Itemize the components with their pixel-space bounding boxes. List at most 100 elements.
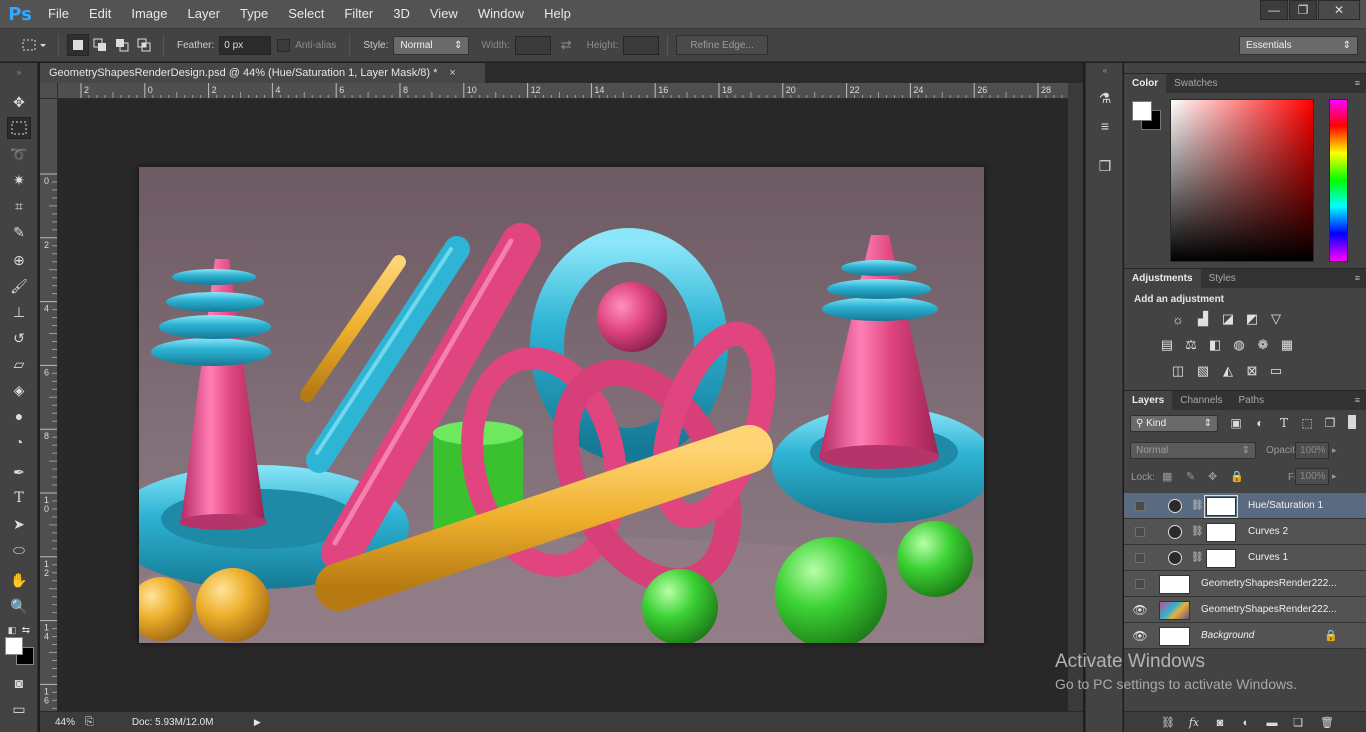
layer-filter-select[interactable]: ⚲ Kind ⇕	[1130, 415, 1218, 432]
panel-menu-icon[interactable]: ≡	[1355, 273, 1360, 283]
lock-image-icon[interactable]: ✎	[1186, 470, 1195, 483]
eraser-tool-icon[interactable]: ▱	[7, 353, 31, 375]
photo-filter-icon[interactable]: ◍	[1230, 336, 1248, 354]
intersect-selection-icon[interactable]	[133, 34, 155, 56]
ellipse-tool-icon[interactable]: ⬭	[7, 539, 31, 561]
color-panel-foreground-swatch[interactable]	[1132, 101, 1152, 121]
invert-icon[interactable]: ◫	[1169, 362, 1187, 380]
new-adjustment-icon[interactable]: ◐	[1238, 715, 1254, 730]
lasso-tool-icon[interactable]: ➰	[7, 143, 31, 165]
visibility-toggle[interactable]	[1135, 552, 1145, 563]
quick-mask-icon[interactable]: ◙	[7, 672, 31, 694]
layer-name[interactable]: Curves 1	[1248, 552, 1288, 563]
tab-layers[interactable]: Layers	[1124, 391, 1173, 410]
menu-edit[interactable]: Edit	[79, 0, 121, 28]
visibility-toggle[interactable]	[1135, 578, 1145, 589]
curves-icon[interactable]: ◪	[1219, 310, 1237, 328]
subtract-from-selection-icon[interactable]	[111, 34, 133, 56]
screen-mode-icon[interactable]: ▭	[7, 698, 31, 720]
workspace-select[interactable]: Essentials ⇕	[1239, 35, 1358, 55]
layer-name[interactable]: GeometryShapesRender222...	[1201, 604, 1337, 615]
width-input[interactable]	[514, 35, 551, 55]
menu-file[interactable]: File	[38, 0, 79, 28]
new-layer-icon[interactable]: ❏	[1290, 715, 1306, 730]
link-icon[interactable]: ⛓	[1191, 500, 1204, 511]
menu-image[interactable]: Image	[121, 0, 177, 28]
tab-adjustments[interactable]: Adjustments	[1124, 269, 1201, 288]
collapse-toolbar-icon[interactable]: »	[7, 67, 31, 77]
layer-name[interactable]: GeometryShapesRender222...	[1201, 578, 1337, 589]
layer-mask-thumbnail[interactable]	[1206, 549, 1236, 568]
3d-panel-icon[interactable]: ❒	[1093, 155, 1117, 177]
height-input[interactable]	[623, 35, 660, 55]
menu-window[interactable]: Window	[468, 0, 534, 28]
brightness-contrast-icon[interactable]: ☼	[1169, 310, 1187, 328]
type-tool-icon[interactable]: T	[7, 487, 31, 509]
refine-edge-button[interactable]: Refine Edge...	[676, 35, 768, 55]
menu-type[interactable]: Type	[230, 0, 278, 28]
pen-tool-icon[interactable]: ✒	[7, 461, 31, 483]
opacity-dropdown-icon[interactable]: ▸	[1332, 445, 1337, 456]
ruler-origin[interactable]	[40, 83, 58, 99]
hue-saturation-icon[interactable]: ▤	[1158, 336, 1176, 354]
tab-paths[interactable]: Paths	[1231, 391, 1273, 410]
hue-slider[interactable]	[1329, 99, 1348, 262]
menu-view[interactable]: View	[420, 0, 468, 28]
brush-tool-icon[interactable]: 🖌	[7, 275, 31, 297]
layer-row[interactable]: GeometryShapesRender222...	[1124, 571, 1366, 597]
vertical-ruler[interactable]: 0 2 4 6 8 10 12 14 16	[40, 99, 58, 711]
new-group-icon[interactable]: ▬	[1264, 715, 1280, 730]
feather-input[interactable]: 0 px	[219, 35, 272, 55]
eye-icon[interactable]: 👁	[1132, 629, 1147, 643]
move-tool-icon[interactable]: ✥	[7, 91, 31, 113]
layer-mask-thumbnail[interactable]	[1206, 523, 1236, 542]
layer-row[interactable]: ⛓ Curves 1	[1124, 545, 1366, 571]
color-swatches[interactable]	[5, 637, 35, 667]
layer-row[interactable]: 👁 GeometryShapesRender222...	[1124, 597, 1366, 623]
restore-button[interactable]: ❐	[1289, 0, 1317, 20]
channel-mixer-icon[interactable]: ❁	[1254, 336, 1272, 354]
menu-filter[interactable]: Filter	[334, 0, 383, 28]
blur-tool-icon[interactable]: ●	[7, 405, 31, 427]
menu-select[interactable]: Select	[278, 0, 334, 28]
tab-styles[interactable]: Styles	[1201, 269, 1244, 288]
selective-color-icon[interactable]: ⊠	[1243, 362, 1261, 380]
filter-type-icon[interactable]: T	[1276, 415, 1292, 431]
document-canvas[interactable]	[101, 167, 1021, 677]
add-mask-icon[interactable]: ◙	[1212, 715, 1228, 730]
black-white-icon[interactable]: ◧	[1206, 336, 1224, 354]
foreground-color-swatch[interactable]	[5, 637, 23, 655]
lock-all-icon[interactable]: 🔒	[1230, 470, 1244, 483]
menu-layer[interactable]: Layer	[178, 0, 231, 28]
magic-wand-tool-icon[interactable]: ✷	[7, 169, 31, 191]
layer-row[interactable]: 👁 Background 🔒	[1124, 623, 1366, 649]
export-icon[interactable]: ⎘	[85, 716, 94, 729]
link-layers-icon[interactable]: ⛓	[1160, 715, 1176, 730]
eyedropper-tool-icon[interactable]: ✎	[7, 221, 31, 243]
eye-icon[interactable]: 👁	[1132, 603, 1147, 617]
filter-shape-icon[interactable]: ⬚	[1299, 415, 1315, 431]
tab-channels[interactable]: Channels	[1172, 391, 1230, 410]
color-lookup-icon[interactable]: ▦	[1278, 336, 1296, 354]
tool-presets-icon[interactable]: ≡	[1093, 115, 1117, 137]
exposure-icon[interactable]: ◩	[1243, 310, 1261, 328]
anti-alias-checkbox[interactable]	[277, 38, 291, 52]
levels-icon[interactable]: ▟	[1194, 310, 1212, 328]
opacity-input[interactable]: 100%	[1295, 442, 1329, 459]
close-window-button[interactable]: ✕	[1318, 0, 1360, 20]
history-brush-tool-icon[interactable]: ↺	[7, 327, 31, 349]
style-select[interactable]: Normal ⇕	[393, 35, 470, 55]
smart-object-thumbnail[interactable]	[1159, 575, 1190, 594]
new-selection-icon[interactable]	[67, 34, 89, 56]
horizontal-ruler[interactable]: 2 0 2 4 6 8 10 12 14 16 18 20 22 24 26 28	[58, 83, 1068, 99]
path-selection-tool-icon[interactable]: ➤	[7, 513, 31, 535]
zoom-tool-icon[interactable]: 🔍	[7, 595, 31, 617]
dodge-tool-icon[interactable]: ◔	[7, 431, 31, 453]
gradient-map-icon[interactable]: ▭	[1267, 362, 1285, 380]
filter-adjustment-icon[interactable]: ◐	[1252, 415, 1268, 431]
marquee-tool-preset-icon[interactable]	[18, 33, 50, 57]
link-icon[interactable]: ⛓	[1191, 552, 1204, 563]
hand-tool-icon[interactable]: ✋	[7, 569, 31, 591]
swap-dimensions-icon[interactable]: ⇄	[561, 37, 572, 53]
menu-3d[interactable]: 3D	[383, 0, 420, 28]
